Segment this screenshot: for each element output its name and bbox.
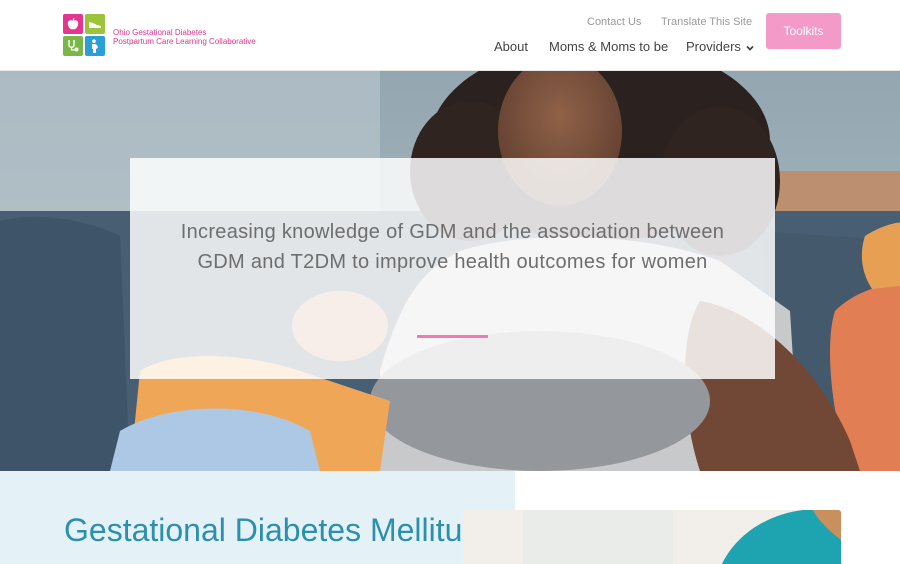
logo-line-1: Ohio Gestational Diabetes [113, 28, 207, 37]
translate-site-link[interactable]: Translate This Site [661, 16, 752, 28]
chevron-down-icon [746, 45, 754, 51]
site-header: Ohio Gestational Diabetes Postpartum Car… [0, 0, 900, 71]
apple-icon [63, 14, 83, 34]
nav-moms[interactable]: Moms & Moms to be [549, 39, 668, 54]
section-photo [463, 510, 841, 564]
contact-us-link[interactable]: Contact Us [587, 16, 641, 28]
stethoscope-icon [63, 36, 83, 56]
hero-tagline: Increasing knowledge of GDM and the asso… [180, 221, 725, 273]
nav-providers-label: Providers [686, 39, 741, 54]
intro-panel: Gestational Diabetes Mellitus [0, 471, 515, 564]
pregnant-woman-icon [85, 36, 105, 56]
toolkits-button[interactable]: Toolkits [766, 13, 841, 49]
logo-line-2: Postpartum Care Learning Collaborative [113, 37, 256, 46]
nav-about[interactable]: About [494, 39, 528, 54]
shoe-icon [85, 14, 105, 34]
intro-section: Gestational Diabetes Mellitus [0, 471, 900, 564]
logo-mark [63, 14, 107, 58]
logo-text: Ohio Gestational Diabetes Postpartum Car… [113, 28, 256, 46]
section-image [463, 510, 841, 564]
site-logo[interactable]: Ohio Gestational Diabetes Postpartum Car… [63, 14, 273, 60]
nav-providers[interactable]: Providers [686, 39, 755, 54]
hero-banner: Increasing knowledge of GDM and the asso… [0, 71, 900, 471]
hero-accent-line [417, 335, 488, 338]
section-title: Gestational Diabetes Mellitus [64, 512, 479, 548]
hero-message-box: Increasing knowledge of GDM and the asso… [130, 158, 775, 379]
